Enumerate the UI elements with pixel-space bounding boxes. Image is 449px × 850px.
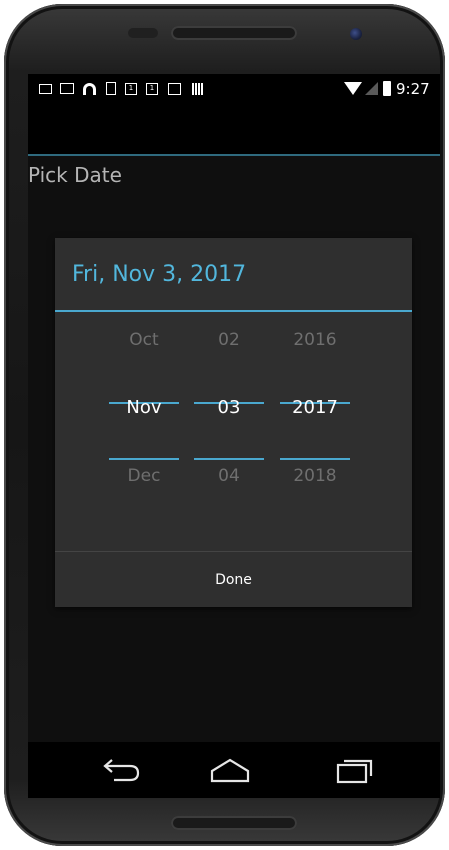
barcode-icon — [192, 83, 204, 95]
calendar-icon: 1 — [125, 83, 137, 95]
back-icon — [103, 759, 140, 782]
front-camera-icon — [350, 28, 362, 40]
image-icon — [39, 84, 52, 94]
recent-apps-icon — [336, 759, 373, 784]
year-selection-line-bottom — [280, 458, 350, 460]
day-current[interactable]: 03 — [194, 397, 264, 418]
home-icon — [210, 758, 250, 783]
year-next[interactable]: 2018 — [280, 466, 350, 486]
mail-icon — [60, 83, 74, 94]
wifi-icon — [344, 82, 362, 95]
month-prev[interactable]: Oct — [109, 330, 179, 350]
bag-icon — [168, 83, 181, 95]
navigation-bar — [28, 742, 440, 798]
earpiece-speaker — [171, 26, 297, 40]
recent-apps-button[interactable] — [328, 750, 380, 790]
action-bar — [28, 104, 440, 154]
month-next[interactable]: Dec — [109, 466, 179, 486]
day-selection-line-bottom — [194, 458, 264, 460]
download-icon — [106, 82, 116, 95]
calendar-icon: 1 — [146, 83, 158, 95]
month-picker[interactable]: Oct Nov Dec — [109, 312, 179, 552]
day-prev[interactable]: 02 — [194, 330, 264, 350]
headset-icon — [83, 83, 96, 95]
proximity-sensor — [128, 28, 158, 38]
device-screen: 1 1 9:27 Pick Date Fri, Nov 3, 2017 Oct … — [28, 74, 440, 798]
done-button[interactable]: Done — [55, 552, 412, 607]
signal-icon — [365, 82, 378, 95]
month-current[interactable]: Nov — [109, 397, 179, 418]
selected-date-title: Fri, Nov 3, 2017 — [72, 262, 247, 287]
year-current[interactable]: 2017 — [280, 397, 350, 418]
back-button[interactable] — [92, 750, 144, 790]
dialog-header: Fri, Nov 3, 2017 — [55, 238, 412, 310]
status-time: 9:27 — [396, 80, 430, 98]
year-prev[interactable]: 2016 — [280, 330, 350, 350]
date-picker-dialog: Fri, Nov 3, 2017 Oct Nov Dec 02 03 04 20… — [55, 238, 412, 607]
home-button[interactable] — [204, 750, 256, 790]
year-picker[interactable]: 2016 2017 2018 — [280, 312, 350, 552]
battery-icon — [383, 81, 391, 96]
status-bar: 1 1 9:27 — [28, 74, 440, 104]
day-picker[interactable]: 02 03 04 — [194, 312, 264, 552]
day-next[interactable]: 04 — [194, 466, 264, 486]
month-selection-line-bottom — [109, 458, 179, 460]
bottom-speaker — [171, 816, 297, 830]
